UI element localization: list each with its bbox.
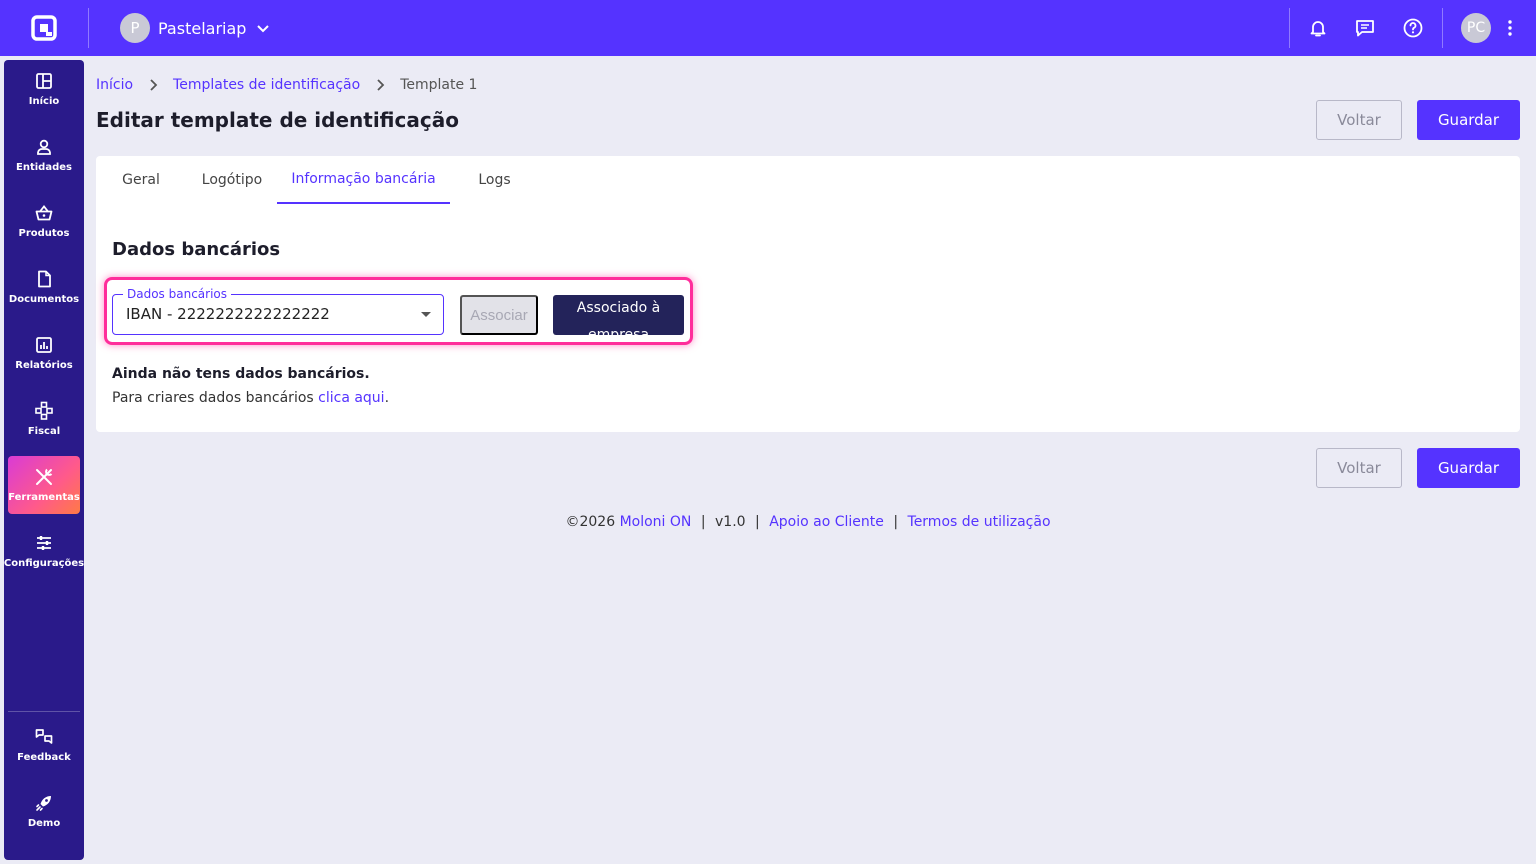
user-avatar[interactable]: PC — [1461, 13, 1491, 43]
document-icon — [38, 270, 51, 288]
chevron-right-icon — [377, 79, 385, 91]
sidebar-item-label: Relatórios — [15, 360, 73, 371]
dropdown-caret-icon — [421, 312, 431, 317]
footer-version: v1.0 — [715, 514, 746, 530]
associated-company-button[interactable]: Associado à empresa — [553, 295, 684, 335]
breadcrumb-current: Template 1 — [400, 77, 478, 93]
footer-separator: | — [700, 514, 706, 530]
create-bank-data-link[interactable]: clica aqui — [318, 390, 384, 406]
sidebar-item-configuracoes[interactable]: Configurações — [4, 522, 84, 580]
kebab-icon — [1508, 20, 1512, 36]
sidebar-item-label: Ferramentas — [8, 492, 80, 503]
breadcrumb: Início Templates de identificação Templa… — [96, 75, 477, 95]
back-button-top[interactable]: Voltar — [1316, 100, 1402, 140]
chevron-down-icon — [257, 25, 270, 33]
associate-button[interactable]: Associar — [460, 295, 538, 335]
save-button-bottom[interactable]: Guardar — [1417, 448, 1520, 488]
basket-icon — [35, 205, 53, 221]
topbar-divider — [88, 8, 89, 48]
tab-informacao-bancaria[interactable]: Informação bancária — [277, 156, 450, 204]
sidebar-item-label: Demo — [27, 818, 61, 829]
sidebar-item-inicio[interactable]: Início — [8, 60, 80, 118]
footer-separator: | — [893, 514, 899, 530]
sidebar-item-fiscal[interactable]: Fiscal — [8, 390, 80, 448]
sidebar-item-label: Início — [28, 96, 60, 107]
empty-state-text-end: . — [384, 390, 390, 406]
section-title: Dados bancários — [112, 239, 281, 260]
topbar-divider — [1289, 8, 1290, 48]
sidebar-divider — [8, 711, 80, 712]
bank-data-select[interactable]: Dados bancários IBAN - 2222222222222222 — [112, 287, 444, 335]
sidebar-item-label: Entidades — [16, 162, 72, 173]
topbar-divider — [1442, 8, 1443, 48]
notifications-button[interactable] — [1304, 14, 1332, 42]
tools-icon — [36, 468, 53, 485]
sidebar-item-label: Documentos — [8, 294, 80, 305]
sidebar-item-entidades[interactable]: Entidades — [8, 126, 80, 184]
footer-separator: | — [755, 514, 760, 530]
tab-logotipo[interactable]: Logótipo — [192, 156, 272, 204]
footer-copyright: ©2026 — [565, 514, 620, 530]
help-icon — [1403, 18, 1423, 38]
company-avatar: P — [120, 13, 150, 43]
sidebar-item-documentos[interactable]: Documentos — [8, 258, 80, 316]
sidebar-item-feedback[interactable]: Feedback — [8, 716, 80, 774]
tab-logs[interactable]: Logs — [466, 156, 523, 204]
footer-terms-link[interactable]: Termos de utilização — [908, 514, 1051, 530]
help-button[interactable] — [1399, 14, 1427, 42]
back-button-bottom[interactable]: Voltar — [1316, 448, 1402, 488]
footer-support-link[interactable]: Apoio ao Cliente — [769, 514, 884, 530]
messages-button[interactable] — [1351, 14, 1379, 42]
rocket-icon — [36, 796, 51, 811]
sidebar-item-label: Configurações — [3, 558, 85, 569]
empty-state-text: Para criares dados bancários clica aqui. — [112, 390, 389, 406]
empty-state-text-prefix: Para criares dados bancários — [112, 390, 319, 406]
dashboard-icon — [36, 73, 52, 89]
fiscal-icon — [35, 401, 53, 420]
save-button-top[interactable]: Guardar — [1417, 100, 1520, 140]
footer: ©2026 Moloni ON | v1.0 | Apoio ao Client… — [80, 514, 1536, 530]
chat-icon — [1356, 20, 1374, 37]
sidebar-item-relatorios[interactable]: Relatórios — [8, 324, 80, 382]
sidebar-item-label: Feedback — [17, 752, 71, 763]
breadcrumb-templates-link[interactable]: Templates de identificação — [173, 77, 360, 93]
sidebar-item-produtos[interactable]: Produtos — [8, 192, 80, 250]
sidebar-item-demo[interactable]: Demo — [8, 782, 80, 840]
settings-sliders-icon — [37, 536, 51, 550]
top-bar: P Pastelariap PC — [0, 0, 1536, 56]
sidebar-item-label: Fiscal — [27, 426, 61, 437]
page-title: Editar template de identificação — [96, 108, 459, 132]
moloni-logo-icon[interactable] — [30, 14, 58, 42]
associated-company-line2: empresa — [587, 327, 650, 335]
more-menu-button[interactable] — [1502, 16, 1518, 40]
report-icon — [36, 337, 52, 353]
bank-data-label: Dados bancários — [123, 287, 232, 301]
bank-data-value: IBAN - 2222222222222222 — [126, 305, 330, 323]
associated-company-line1: Associado à — [576, 300, 661, 316]
user-icon — [37, 139, 51, 155]
feedback-icon — [35, 729, 53, 744]
template-card: Geral Logótipo Informação bancária Logs … — [96, 156, 1520, 432]
footer-brand-link[interactable]: Moloni ON — [620, 514, 692, 530]
company-selector[interactable]: P Pastelariap — [120, 13, 270, 43]
empty-state-title: Ainda não tens dados bancários. — [112, 366, 370, 382]
sidebar-item-ferramentas[interactable]: Ferramentas — [8, 456, 80, 514]
sidebar-item-label: Produtos — [18, 228, 70, 239]
sidebar: Início Entidades Produtos Documentos Rel… — [4, 60, 84, 860]
chevron-right-icon — [150, 79, 158, 91]
company-name: Pastelariap — [158, 18, 247, 38]
breadcrumb-home-link[interactable]: Início — [96, 77, 133, 93]
tab-geral[interactable]: Geral — [112, 156, 170, 204]
bell-icon — [1310, 21, 1326, 37]
